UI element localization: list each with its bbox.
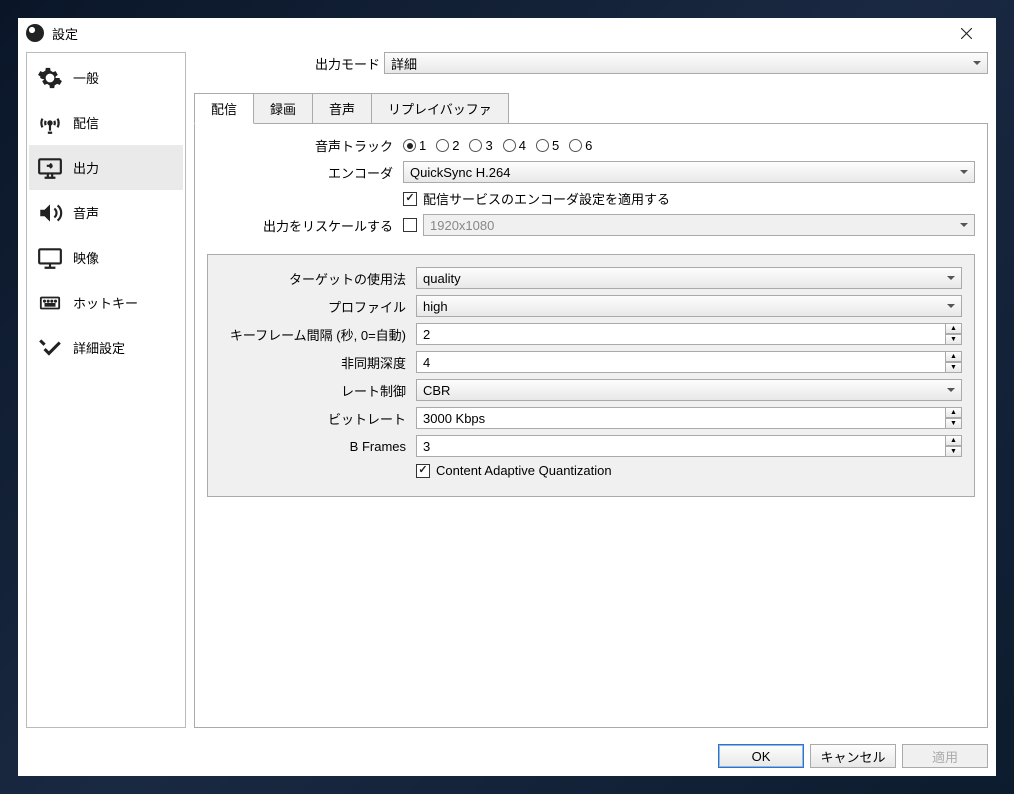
close-button[interactable] (944, 18, 988, 48)
audio-track-4[interactable]: 4 (503, 138, 526, 153)
cancel-button[interactable]: キャンセル (810, 744, 896, 768)
caq-label: Content Adaptive Quantization (436, 463, 612, 478)
main-panel: 出力モード 詳細 配信 録画 音声 リプレイバッファ 音声トラック 1 2 3 … (186, 52, 988, 728)
output-mode-select[interactable]: 詳細 (384, 52, 988, 74)
tab-recording[interactable]: 録画 (253, 93, 313, 124)
tools-icon (37, 335, 63, 361)
sidebar-item-hotkeys[interactable]: ホットキー (29, 280, 183, 325)
radio-icon (469, 139, 482, 152)
spin-down[interactable]: ▼ (946, 418, 962, 429)
apply-button: 適用 (902, 744, 988, 768)
target-usage-label: ターゲットの使用法 (220, 269, 410, 288)
keyboard-icon (37, 290, 63, 316)
apply-service-settings-checkbox[interactable] (403, 192, 417, 206)
radio-icon (403, 139, 416, 152)
audio-track-radios: 1 2 3 4 5 6 (403, 138, 592, 153)
radio-icon (436, 139, 449, 152)
encoder-settings-group: ターゲットの使用法 quality プロファイル high キーフレーム間隔 (… (207, 254, 975, 497)
sidebar-item-output[interactable]: 出力 (29, 145, 183, 190)
broadcast-icon (37, 110, 63, 136)
sidebar-item-label: 詳細設定 (73, 338, 125, 357)
window-title: 設定 (52, 24, 78, 43)
tab-panel-stream: 音声トラック 1 2 3 4 5 6 エンコーダ QuickSync H.264 (194, 123, 988, 728)
tab-stream[interactable]: 配信 (194, 93, 254, 124)
close-icon (961, 28, 972, 39)
bitrate-label: ビットレート (220, 409, 410, 428)
monitor-icon (37, 245, 63, 271)
target-usage-select[interactable]: quality (416, 267, 962, 289)
sidebar-item-label: 音声 (73, 203, 99, 222)
radio-icon (569, 139, 582, 152)
tabs: 配信 録画 音声 リプレイバッファ (194, 93, 988, 124)
output-icon (37, 155, 63, 181)
keyframe-label: キーフレーム間隔 (秒, 0=自動) (220, 325, 410, 344)
app-icon (26, 24, 44, 42)
audio-track-6[interactable]: 6 (569, 138, 592, 153)
spin-down[interactable]: ▼ (946, 334, 962, 345)
sidebar-item-label: 出力 (73, 158, 99, 177)
gear-icon (37, 65, 63, 91)
audio-track-5[interactable]: 5 (536, 138, 559, 153)
bframes-label: B Frames (220, 439, 410, 454)
sidebar-item-label: ホットキー (73, 293, 138, 312)
radio-icon (536, 139, 549, 152)
spin-up[interactable]: ▲ (946, 407, 962, 418)
keyframe-input[interactable]: 2▲▼ (416, 323, 962, 345)
sidebar-item-label: 映像 (73, 248, 99, 267)
tab-replay-buffer[interactable]: リプレイバッファ (371, 93, 509, 124)
audio-track-3[interactable]: 3 (469, 138, 492, 153)
rescale-checkbox[interactable] (403, 218, 417, 232)
spin-up[interactable]: ▲ (946, 323, 962, 334)
sidebar-item-stream[interactable]: 配信 (29, 100, 183, 145)
radio-icon (503, 139, 516, 152)
spin-up[interactable]: ▲ (946, 435, 962, 446)
ok-button[interactable]: OK (718, 744, 804, 768)
rescale-label: 出力をリスケールする (207, 216, 397, 235)
sidebar-item-advanced[interactable]: 詳細設定 (29, 325, 183, 370)
spin-up[interactable]: ▲ (946, 351, 962, 362)
bitrate-input[interactable]: 3000 Kbps▲▼ (416, 407, 962, 429)
footer-buttons: OK キャンセル 適用 (18, 736, 996, 776)
profile-label: プロファイル (220, 297, 410, 316)
apply-service-settings-label: 配信サービスのエンコーダ設定を適用する (423, 189, 670, 208)
audio-track-label: 音声トラック (207, 136, 397, 155)
encoder-label: エンコーダ (207, 163, 397, 182)
async-depth-label: 非同期深度 (220, 353, 410, 372)
spin-down[interactable]: ▼ (946, 362, 962, 373)
sidebar-item-label: 配信 (73, 113, 99, 132)
profile-select[interactable]: high (416, 295, 962, 317)
spin-down[interactable]: ▼ (946, 446, 962, 457)
audio-track-2[interactable]: 2 (436, 138, 459, 153)
sidebar-item-audio[interactable]: 音声 (29, 190, 183, 235)
settings-window: 設定 一般 配信 出力 音声 映像 (18, 18, 996, 776)
output-mode-label: 出力モード (294, 54, 384, 73)
bframes-input[interactable]: 3▲▼ (416, 435, 962, 457)
sidebar-item-label: 一般 (73, 68, 99, 87)
titlebar: 設定 (18, 18, 996, 48)
speaker-icon (37, 200, 63, 226)
rate-control-select[interactable]: CBR (416, 379, 962, 401)
audio-track-1[interactable]: 1 (403, 138, 426, 153)
rescale-select: 1920x1080 (423, 214, 975, 236)
rate-control-label: レート制御 (220, 381, 410, 400)
sidebar: 一般 配信 出力 音声 映像 ホットキー (26, 52, 186, 728)
tab-audio[interactable]: 音声 (312, 93, 372, 124)
sidebar-item-general[interactable]: 一般 (29, 55, 183, 100)
caq-checkbox[interactable] (416, 464, 430, 478)
sidebar-item-video[interactable]: 映像 (29, 235, 183, 280)
async-depth-input[interactable]: 4▲▼ (416, 351, 962, 373)
encoder-select[interactable]: QuickSync H.264 (403, 161, 975, 183)
